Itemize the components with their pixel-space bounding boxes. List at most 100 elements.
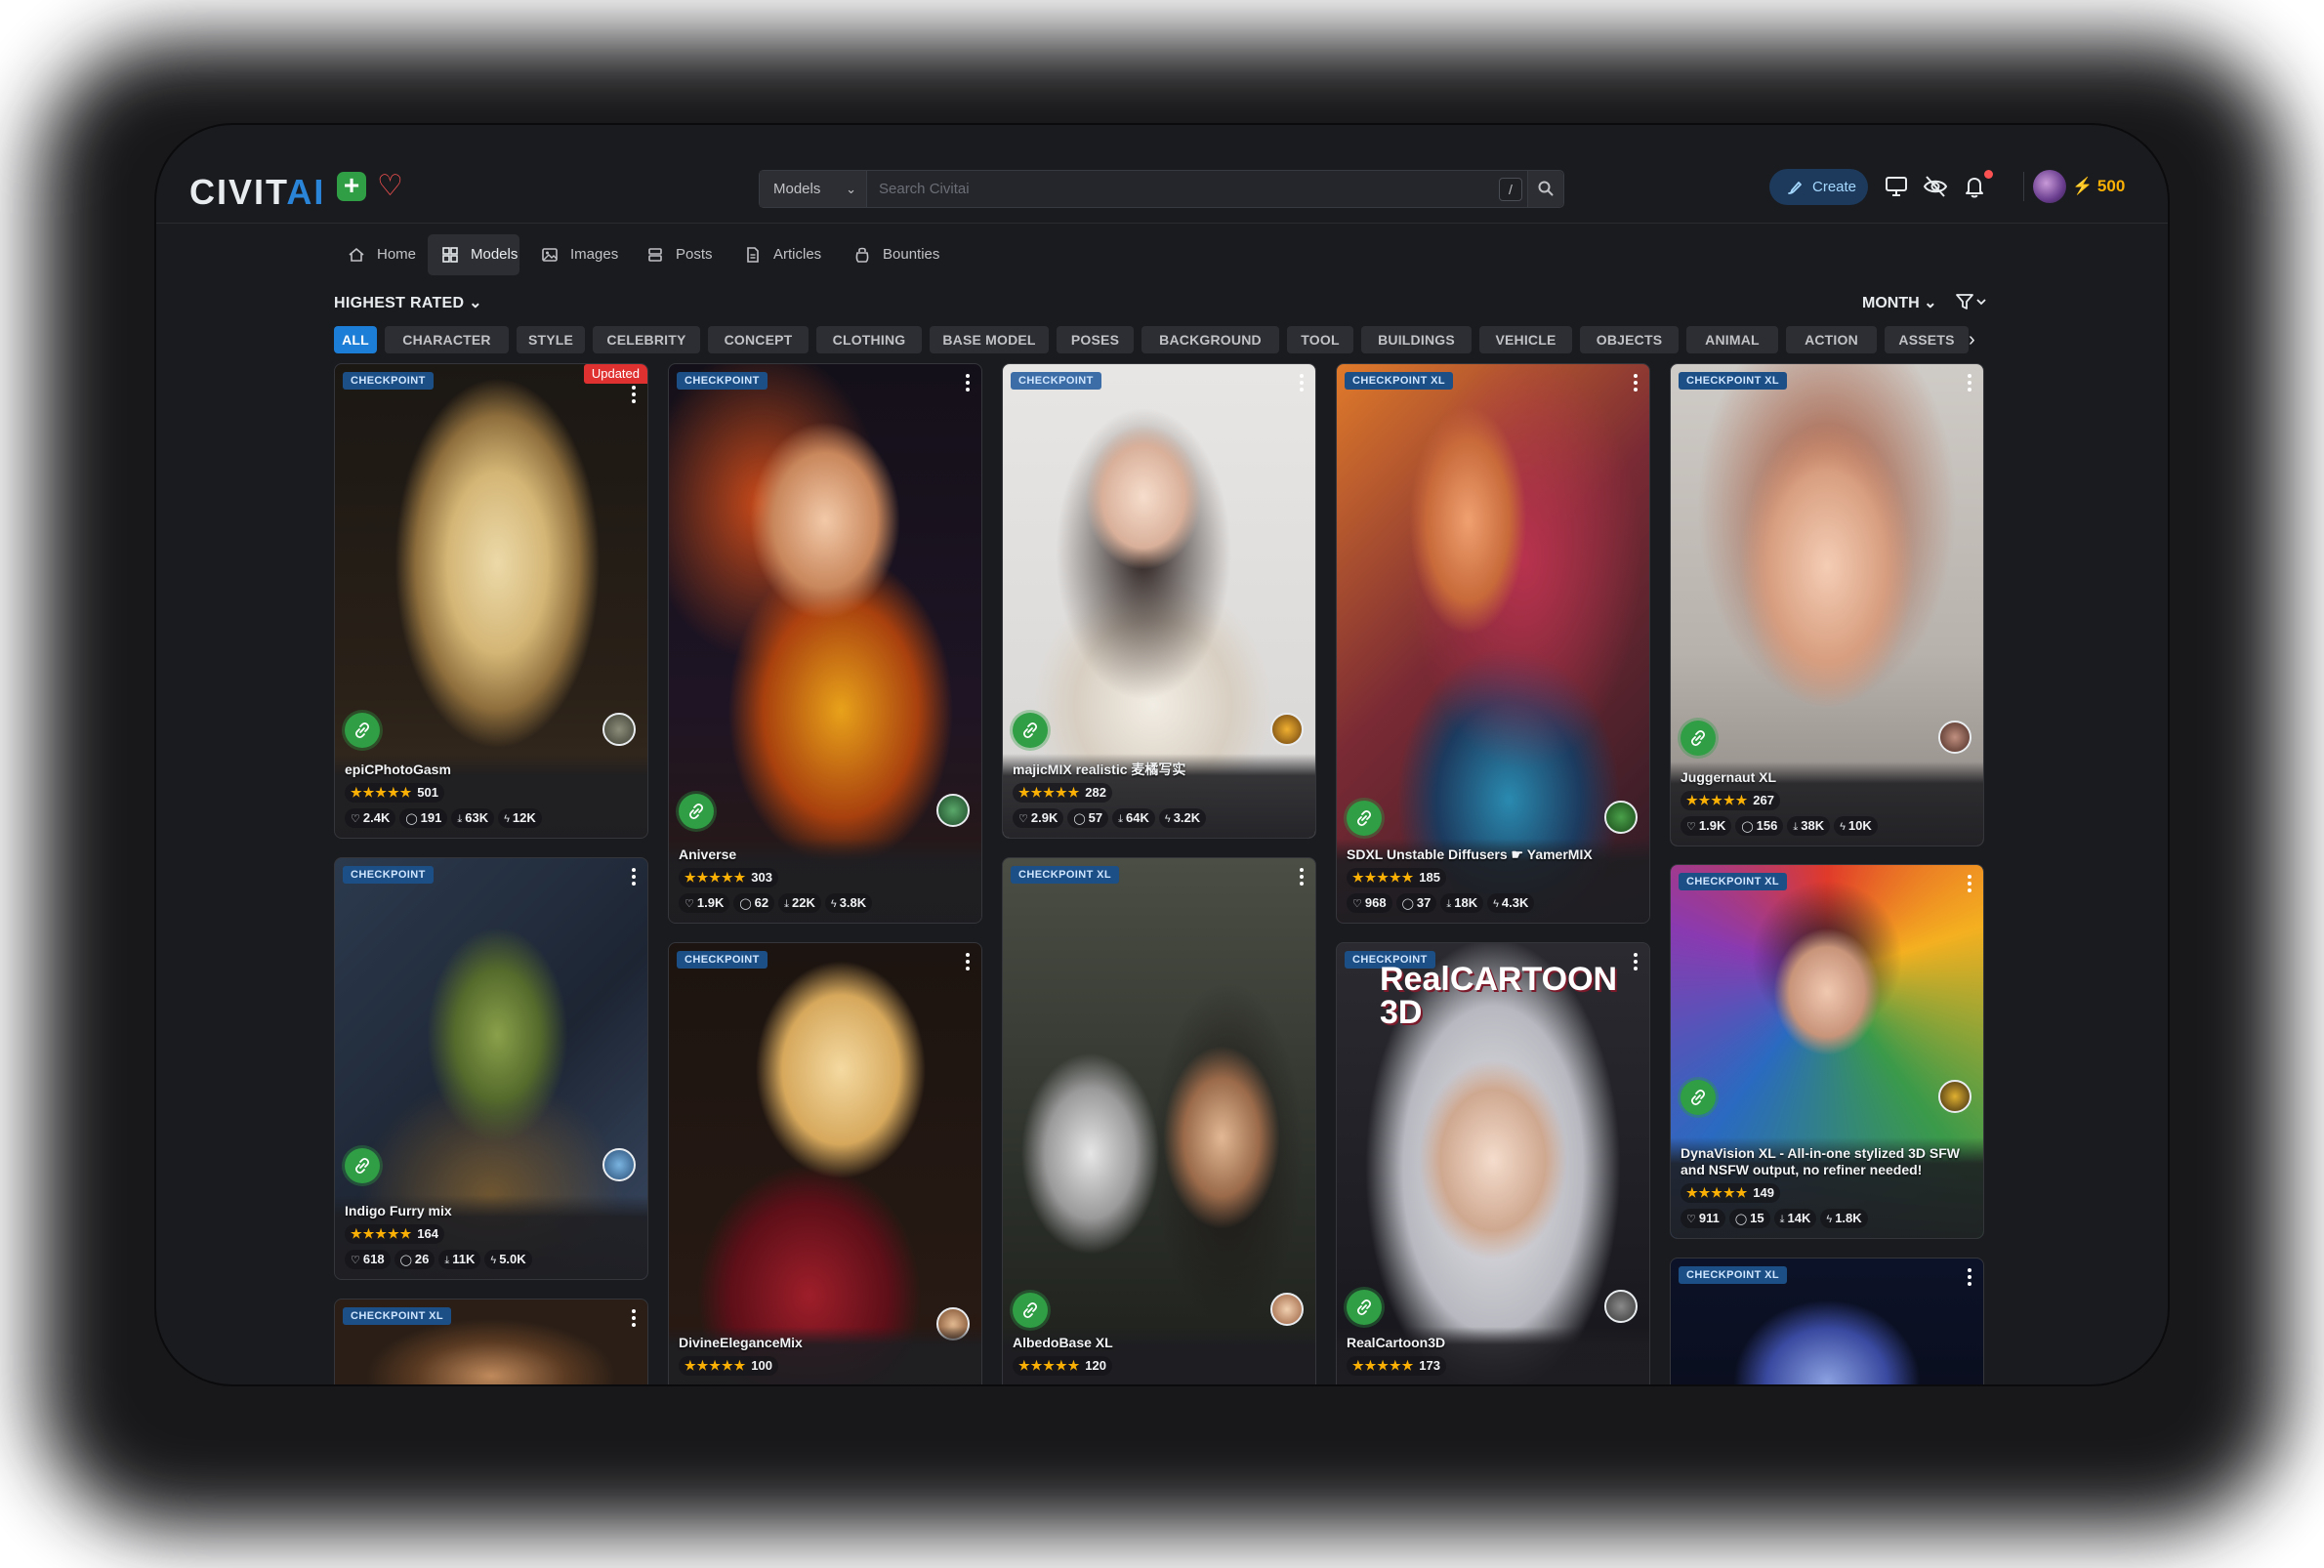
bolt-icon: ϟ (1164, 813, 1171, 825)
model-card[interactable]: CHECKPOINT majicMIX realistic 麦橘写实 ★★★★★… (1002, 363, 1316, 839)
more-options-icon[interactable] (632, 868, 636, 886)
model-card[interactable]: CHECKPOINT RealCARTOON 3D RealCartoon3D … (1336, 942, 1650, 1384)
chip-clothing[interactable]: CLOTHING (816, 326, 922, 353)
more-options-icon[interactable] (1634, 953, 1638, 970)
civitai-logo[interactable]: CIVITAI (189, 172, 325, 213)
more-options-icon[interactable] (1300, 868, 1304, 886)
chip-background[interactable]: BACKGROUND (1141, 326, 1279, 353)
model-card[interactable]: CHECKPOINT XL DynaVision XL - All-in-one… (1670, 864, 1984, 1239)
chip-base-model[interactable]: BASE MODEL (930, 326, 1049, 353)
more-options-icon[interactable] (632, 1309, 636, 1327)
star-rating-icon: ★★★★★ (1352, 870, 1415, 885)
model-card[interactable]: CHECKPOINT Indigo Furry mix ★★★★★ 164 ♡ 61… (334, 857, 648, 1280)
chip-character[interactable]: CHARACTER (385, 326, 509, 353)
heart-icon: ♡ (1686, 1214, 1696, 1225)
more-options-icon[interactable] (1968, 374, 1971, 392)
chip-buildings[interactable]: BUILDINGS (1361, 326, 1472, 353)
card-info: DynaVision XL - All-in-one stylized 3D S… (1671, 1137, 1983, 1238)
nav-item-posts[interactable]: Posts (633, 234, 723, 275)
link-icon[interactable] (1681, 721, 1716, 756)
chip-poses[interactable]: POSES (1057, 326, 1134, 353)
monitor-icon[interactable] (1883, 173, 1910, 200)
card-info: epiCPhotoGasm ★★★★★ 501 ♡ 2.4K ◯ 191 ⤓ 63K ϟ 12K (335, 754, 647, 838)
create-button[interactable]: Create (1769, 169, 1868, 205)
card-info: Aniverse ★★★★★ 303 ♡ 1.9K ◯ 62 ⤓ 22K ϟ 3.8K (669, 839, 981, 923)
creator-avatar[interactable] (602, 713, 636, 746)
likes-count: 2.4K (362, 810, 391, 825)
heart-icon: ♡ (1352, 898, 1362, 910)
creator-avatar[interactable] (1604, 801, 1638, 834)
more-options-icon[interactable] (1634, 374, 1638, 392)
bolt-icon: ϟ (1493, 898, 1499, 910)
chip-vehicle[interactable]: VEHICLE (1479, 326, 1572, 353)
chip-objects[interactable]: OBJECTS (1580, 326, 1679, 353)
downloads-count: 11K (452, 1252, 476, 1266)
search-button[interactable] (1527, 171, 1563, 207)
rating-badge: ★★★★★ 501 (345, 783, 444, 803)
creator-avatar[interactable] (1938, 1080, 1971, 1113)
model-card[interactable]: CHECKPOINT XL (1670, 1258, 1984, 1384)
model-card[interactable]: CHECKPOINT XL Juggernaut XL ★★★★★ 267 ♡ 1.… (1670, 363, 1984, 846)
link-icon[interactable] (1347, 801, 1382, 836)
link-icon[interactable] (1013, 713, 1048, 748)
link-icon[interactable] (345, 713, 380, 748)
chip-style[interactable]: STYLE (517, 326, 585, 353)
filter-icon[interactable] (1955, 292, 1988, 311)
cartoon-title-art: RealCARTOON 3D (1380, 961, 1618, 1031)
buzz-count: 3.8K (839, 895, 867, 910)
chip-assets[interactable]: ASSETS (1885, 326, 1969, 353)
model-card[interactable]: CHECKPOINT Aniverse ★★★★★ 303 ♡ 1.9K ◯ 62 ⤓ 22… (668, 363, 982, 924)
posts-icon (648, 248, 662, 262)
chip-animal[interactable]: ANIMAL (1686, 326, 1778, 353)
search-type-select[interactable]: Models ⌄ (760, 171, 867, 207)
card-info: Juggernaut XL ★★★★★ 267 ♡ 1.9K ◯ 156 ⤓ 38K ϟ 10K (1671, 762, 1983, 846)
support-heart-icon[interactable]: ♡ (377, 172, 403, 201)
model-card[interactable]: CHECKPOINT XL AlbedoBase XL ★★★★★ 120 (1002, 857, 1316, 1384)
more-options-icon[interactable] (1300, 374, 1304, 392)
creator-avatar[interactable] (1270, 1293, 1304, 1326)
creator-avatar[interactable] (1270, 713, 1304, 746)
link-icon[interactable] (1013, 1293, 1048, 1328)
model-card[interactable]: CHECKPOINT DivineEleganceMix ★★★★★ 100 (668, 942, 982, 1384)
chip-concept[interactable]: CONCEPT (708, 326, 809, 353)
link-icon[interactable] (1347, 1290, 1382, 1325)
creator-avatar[interactable] (936, 794, 970, 827)
period-select[interactable]: MONTH ⌄ (1862, 293, 1937, 312)
model-type-badge: CHECKPOINT (1011, 372, 1101, 390)
buzz-balance[interactable]: ⚡ 500 (2072, 174, 2125, 199)
likes-count: 618 (362, 1252, 385, 1266)
model-card[interactable]: CHECKPOINT XL SDXL Unstable Diffusers ☛ … (1336, 363, 1650, 924)
nav-item-bounties[interactable]: Bounties (840, 234, 947, 275)
nav-item-articles[interactable]: Articles (730, 234, 832, 275)
more-options-icon[interactable] (966, 374, 970, 392)
chip-action[interactable]: ACTION (1786, 326, 1877, 353)
more-options-icon[interactable] (1968, 1268, 1971, 1286)
chevron-right-icon[interactable]: › (1969, 330, 1975, 350)
user-avatar[interactable] (2033, 170, 2066, 203)
more-options-icon[interactable] (966, 953, 970, 970)
creator-avatar[interactable] (1938, 721, 1971, 754)
model-card[interactable]: CHECKPOINT Updated epiCPhotoGasm ★★★★★ 50… (334, 363, 648, 839)
buzz-stat: ϟ 5.0K (484, 1250, 532, 1269)
more-options-icon[interactable] (632, 386, 636, 403)
search-input[interactable] (869, 171, 1506, 207)
creator-avatar[interactable] (1604, 1290, 1638, 1323)
chip-celebrity[interactable]: CELEBRITY (593, 326, 700, 353)
eye-off-icon[interactable] (1922, 173, 1949, 200)
upload-plus-button[interactable]: + (337, 172, 366, 201)
nav-item-models[interactable]: Models (428, 234, 519, 275)
link-icon[interactable] (1681, 1080, 1716, 1115)
link-icon[interactable] (679, 794, 714, 829)
chip-tool[interactable]: TOOL (1287, 326, 1353, 353)
bell-icon[interactable] (1961, 173, 1988, 200)
link-icon[interactable] (345, 1148, 380, 1183)
model-card[interactable]: CHECKPOINT XL (334, 1299, 648, 1384)
more-options-icon[interactable] (1968, 875, 1971, 892)
rating-count: 173 (1419, 1358, 1440, 1373)
nav-item-home[interactable]: Home (334, 234, 420, 275)
nav-item-images[interactable]: Images (527, 234, 625, 275)
chip-all[interactable]: ALL (334, 326, 377, 353)
sort-select[interactable]: HIGHEST RATED ⌄ (334, 293, 482, 312)
creator-avatar[interactable] (602, 1148, 636, 1181)
download-icon: ⤓ (1793, 821, 1799, 833)
